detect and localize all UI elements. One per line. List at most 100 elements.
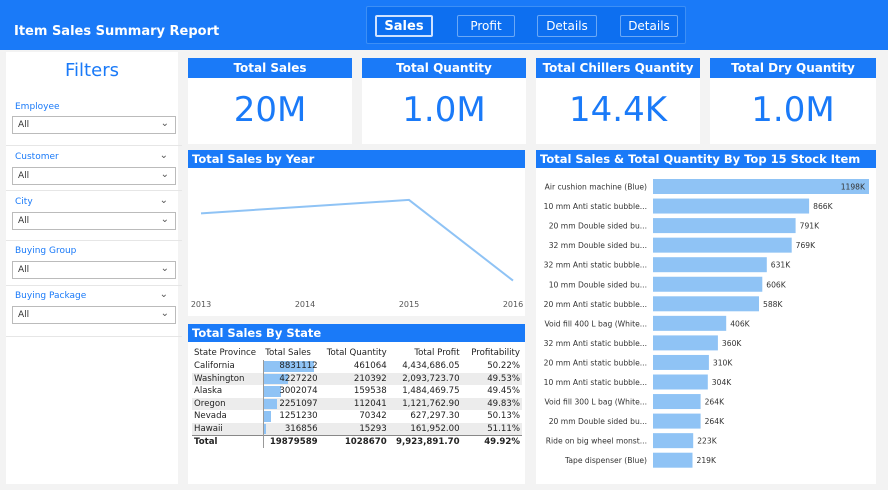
table-cell: 70342 [359,411,387,422]
sales-line-series[interactable] [200,198,514,282]
table-row[interactable]: Nevada 1251230 70342 627,297.30 50.13% [192,410,522,423]
cell-value: 4227220 [279,373,318,384]
card-value: 20M [233,90,307,130]
bar-category-label: 20 mm Double sided bu... [549,417,647,426]
slicer-dropdown[interactable]: All ⌄ [12,306,176,324]
sales-cell: 3002074 [262,385,320,398]
filters-title: Filters [65,60,119,81]
slicer-dropdown[interactable]: All ⌄ [12,116,176,134]
nav-sales-button[interactable]: Sales [375,15,433,37]
bar[interactable] [653,374,708,390]
slicer-value: All [18,216,30,226]
table-cell: 50.13% [487,411,520,422]
col-header-profitability[interactable]: Profitability [462,346,522,360]
bar[interactable] [653,257,767,273]
bar[interactable] [653,218,796,234]
bar-category-label: Tape dispenser (Blue) [564,456,647,465]
slicer-dropdown[interactable]: All ⌄ [12,212,176,230]
card-title: Total Dry Quantity [710,58,876,78]
divider [6,240,182,241]
card-title: Total Chillers Quantity [536,58,700,78]
bar[interactable] [653,413,701,429]
card-total-chillers-quantity: Total Chillers Quantity 14.4K [536,58,700,144]
divider [6,145,182,146]
table-cell: Nevada [194,411,227,422]
nav-details-button[interactable]: Details [537,15,597,37]
cell-value: 1251230 [279,411,318,422]
nav-details-button-2[interactable]: Details [620,15,678,37]
total-cell: 49.92% [461,434,522,448]
nav-profit-button[interactable]: Profit [457,15,515,37]
bar[interactable] [653,276,763,292]
sales-cell: 4227220 [262,372,320,385]
bar-category-label: 32 mm Anti static bubble... [544,261,647,270]
table-cell: 2,093,723.70 [388,372,462,385]
slicer-dropdown[interactable]: All ⌄ [12,261,176,279]
table-cell: 210392 [319,372,389,385]
bar-data-label: 304K [712,378,732,387]
table-cell: 49.53% [461,372,522,385]
bar-category-label: 32 mm Anti static bubble... [544,339,647,348]
slicer-value: All [18,171,30,181]
chevron-down-icon: ⌄ [160,118,169,129]
bar[interactable] [653,354,709,370]
card-total-sales: Total Sales 20M [188,58,352,144]
panel-title: Total Sales by Year [188,150,525,168]
bar-data-label: 264K [705,417,725,426]
table-cell: Oregon [192,397,264,410]
table-row[interactable]: Hawaii 316856 15293 161,952.00 51.11% [192,422,522,435]
x-tick-label: 2014 [295,300,315,309]
bar[interactable] [653,394,701,410]
slicer-label: Buying Package [15,291,87,301]
sales-by-year-chart: 2013 2014 2015 2016 [191,198,523,309]
card-title: Total Sales [188,58,352,78]
table-row[interactable]: Washington 4227220 210392 2,093,723.70 49.53… [192,372,522,385]
table-row[interactable]: Alaska 3002074 159538 1,484,469.75 49.45% [192,385,522,398]
col-header-total-profit[interactable]: Total Profit [389,346,462,360]
bar[interactable] [653,433,694,449]
chevron-down-icon[interactable]: ⌄ [160,195,168,206]
top-stock-item-chart: Air cushion machine (Blue) 1198K 10 mm Ant… [544,179,869,468]
table-cell: 49.45% [487,386,520,397]
col-header-total-sales[interactable]: Total Sales [263,346,319,360]
chevron-down-icon[interactable]: ⌄ [160,150,168,161]
bar[interactable] [653,198,810,214]
table-cell: 50.22% [487,361,520,372]
chevron-down-icon[interactable]: ⌄ [160,289,168,300]
sales-by-year-panel: Total Sales by Year 2013 2014 2015 2016 [188,150,525,316]
x-tick-label: 2016 [503,300,523,309]
bar[interactable] [653,452,693,468]
slicer-value: All [18,120,30,130]
bar-category-label: Air cushion machine (Blue) [545,183,647,192]
bar-data-label: 866K [813,202,833,211]
bar[interactable] [653,335,718,351]
table-cell: 159538 [353,386,387,397]
bar-data-label: 310K [713,358,733,367]
bar-data-label: 406K [730,319,750,328]
table-row[interactable]: California 8831112 461064 4,434,686.05 50.22… [192,360,522,373]
cell-value: 3002074 [279,386,318,397]
panel-title: Total Sales & Total Quantity By Top 15 S… [536,150,876,168]
total-cell: 9,923,891.70 [388,434,462,448]
divider [6,336,182,337]
bar-category-label: 32 mm Double sided bu... [549,241,647,250]
sales-by-state-panel: Total Sales By State State Province Tota… [188,324,525,484]
cell-value: 8831112 [279,361,318,372]
col-header-state[interactable]: State Province [192,346,263,360]
card-value: 1.0M [751,90,835,130]
panel-title: Total Sales By State [188,324,525,342]
card-total-dry-quantity: Total Dry Quantity 1.0M [710,58,876,144]
table-row[interactable]: Oregon 2251097 112041 1,121,762.90 49.83% [192,397,522,410]
col-header-total-quantity[interactable]: Total Quantity [320,346,389,360]
bar[interactable] [653,315,727,331]
page-nav: Sales Profit Details Details [366,6,686,44]
table-cell: 15293 [319,422,389,435]
bar[interactable] [653,179,869,194]
bar[interactable] [653,237,792,253]
slicer-dropdown[interactable]: All ⌄ [12,167,176,185]
slicer-value: All [18,310,30,320]
bar[interactable] [653,296,759,312]
bar-category-label: Void fill 300 L bag (White... [544,398,647,407]
table-cell: 161,952.00 [388,422,462,435]
cell-value: 316856 [284,423,318,434]
